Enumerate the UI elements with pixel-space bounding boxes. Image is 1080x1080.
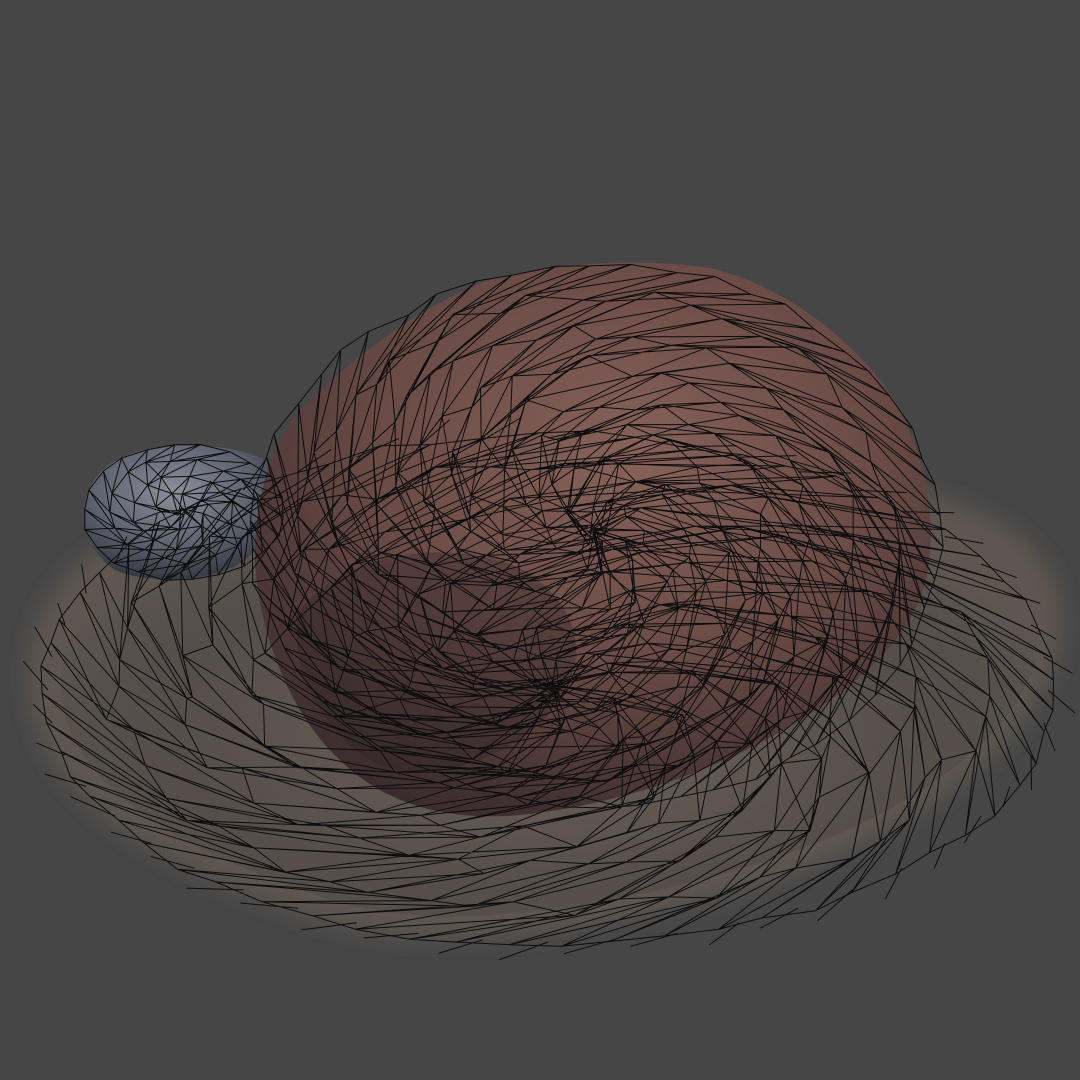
3d-viewport[interactable]	[0, 0, 1080, 1080]
scene-render	[0, 0, 1080, 1080]
